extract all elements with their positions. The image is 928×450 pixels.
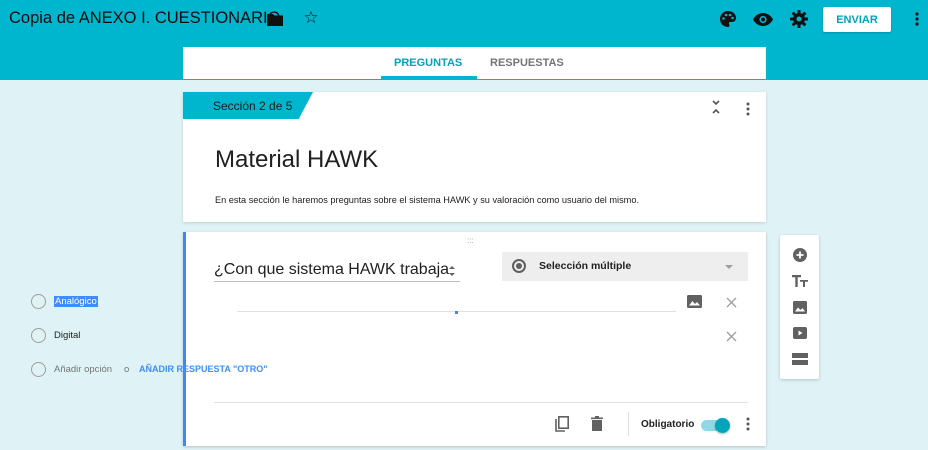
side-toolbar <box>780 235 819 379</box>
option-row: Digital <box>31 326 551 346</box>
required-label: Obligatorio <box>641 419 695 430</box>
add-video-icon[interactable] <box>780 319 819 347</box>
radio-circle-icon <box>31 328 46 343</box>
tab-questions[interactable]: PREGUNTAS <box>394 57 462 69</box>
question-title-underline <box>214 281 460 282</box>
send-button[interactable]: ENVIAR <box>823 7 891 32</box>
option-label[interactable]: Digital <box>54 330 80 341</box>
required-toggle[interactable] <box>701 418 731 433</box>
add-image-icon[interactable] <box>686 294 702 308</box>
add-option-input[interactable]: Añadir opción <box>54 364 112 375</box>
section-badge: Sección 2 de 5 <box>183 92 313 119</box>
add-image-icon[interactable] <box>780 293 819 321</box>
tabs-bar: PREGUNTAS RESPUESTAS <box>183 47 766 79</box>
folder-icon[interactable] <box>266 9 284 29</box>
drag-handle-icon[interactable]: ::: <box>467 236 474 245</box>
toggle-knob <box>715 418 730 433</box>
text-caret <box>455 311 458 314</box>
active-tab-indicator <box>381 76 477 79</box>
option-row: Analógico <box>31 292 551 312</box>
question-type-select[interactable]: Selección múltiple <box>502 252 748 281</box>
footer-divider <box>214 402 748 403</box>
tab-responses[interactable]: RESPUESTAS <box>490 57 564 69</box>
section-title[interactable]: Material HAWK <box>215 146 378 174</box>
option-input[interactable]: Analógico <box>54 296 98 307</box>
section-header-card[interactable]: Sección 2 de 5 Material HAWK En esta sec… <box>183 92 766 222</box>
remove-option-icon[interactable] <box>725 296 737 308</box>
add-option-row: Añadir opción o AÑADIR RESPUESTA "OTRO" <box>31 360 551 380</box>
remove-option-icon[interactable] <box>725 330 737 342</box>
radio-button-icon <box>512 259 526 273</box>
option-label: Analógico <box>54 296 98 307</box>
section-description[interactable]: En esta sección le haremos preguntas sob… <box>215 195 639 205</box>
question-type-label: Selección múltiple <box>539 260 632 272</box>
add-other-button[interactable]: AÑADIR RESPUESTA "OTRO" <box>139 364 268 374</box>
duplicate-icon[interactable] <box>555 415 569 432</box>
palette-icon[interactable] <box>718 9 738 29</box>
question-title-input[interactable]: ¿Con que sistema HAWK trabaja <box>214 261 449 279</box>
add-title-icon[interactable] <box>780 267 819 295</box>
radio-circle-icon <box>31 294 46 309</box>
delete-icon[interactable] <box>591 416 603 431</box>
add-question-icon[interactable] <box>780 241 819 269</box>
radio-circle-icon <box>31 362 46 377</box>
or-label: o <box>124 364 130 375</box>
star-icon[interactable]: ☆ <box>302 8 320 28</box>
more-vert-icon[interactable] <box>912 9 922 29</box>
dropdown-arrow-icon <box>725 265 733 269</box>
collapse-icon[interactable] <box>710 99 722 115</box>
section-badge-label: Sección 2 de 5 <box>213 99 293 113</box>
question-more-vert-icon[interactable] <box>744 416 752 432</box>
scroll-spinner-icon[interactable] <box>447 262 457 280</box>
eye-icon[interactable] <box>752 9 774 29</box>
form-title[interactable]: Copia de ANEXO I. CUESTIONARIO <box>9 9 280 28</box>
section-more-vert-icon[interactable] <box>744 101 752 117</box>
footer-vertical-divider <box>628 412 629 436</box>
gear-icon[interactable] <box>789 9 809 29</box>
add-section-icon[interactable] <box>780 345 819 373</box>
